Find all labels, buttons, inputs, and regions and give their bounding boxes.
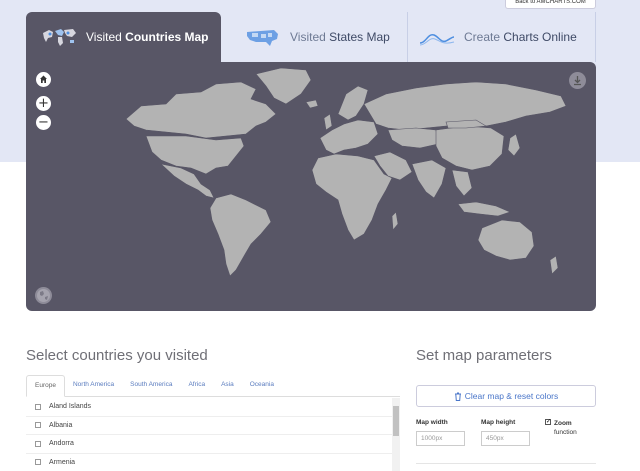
zoom-label-bold: Zoom xyxy=(554,420,572,427)
map-height-input[interactable]: 450px xyxy=(481,431,530,446)
clear-map-label: Clear map & reset colors xyxy=(464,391,559,401)
country-uk[interactable] xyxy=(323,113,333,131)
clear-map-button[interactable]: Clear map & reset colors xyxy=(416,385,596,407)
country-china[interactable] xyxy=(435,125,505,171)
region-tab-europe[interactable]: Europe xyxy=(26,375,65,397)
country-india[interactable] xyxy=(411,159,447,199)
country-checkbox[interactable] xyxy=(35,422,41,429)
tab-label-bold: States Map xyxy=(329,30,390,44)
world-map[interactable] xyxy=(106,64,576,284)
tab-visited-states-map[interactable]: Visited States Map xyxy=(238,12,408,62)
home-button[interactable] xyxy=(36,72,51,87)
country-name: Armenia xyxy=(49,458,76,466)
region-tab-asia[interactable]: Asia xyxy=(213,375,242,396)
select-countries-title: Select countries you visited xyxy=(26,347,208,364)
scrollbar-thumb[interactable] xyxy=(393,406,399,436)
map-height-label: Map height xyxy=(481,419,516,426)
country-usa[interactable] xyxy=(145,135,245,175)
country-brazil[interactable] xyxy=(209,193,272,277)
tab-label-bold: Charts Online xyxy=(503,30,577,44)
region-tab-south-america[interactable]: South America xyxy=(122,375,180,396)
country-australia[interactable] xyxy=(477,219,535,261)
list-item[interactable]: Albania xyxy=(26,417,392,435)
globe-button[interactable] xyxy=(35,287,52,304)
country-scandinavia[interactable] xyxy=(337,85,369,121)
zoom-function-checkbox[interactable]: ✓ xyxy=(545,419,551,425)
list-item[interactable]: Andorra xyxy=(26,435,392,454)
map-width-label: Map width xyxy=(416,419,448,426)
region-tabs: Europe North America South America Afric… xyxy=(26,375,400,397)
divider xyxy=(416,463,596,464)
trash-icon xyxy=(454,392,461,401)
country-iceland[interactable] xyxy=(305,99,319,109)
country-list: Aland Islands Albania Andorra Armenia xyxy=(26,398,400,471)
country-new-zealand[interactable] xyxy=(549,255,559,275)
country-africa[interactable] xyxy=(311,153,393,241)
country-greenland[interactable] xyxy=(255,67,312,105)
region-tab-africa[interactable]: Africa xyxy=(180,375,213,396)
zoom-label-rest: function xyxy=(554,429,577,436)
tab-label-bold: Countries Map xyxy=(125,30,209,44)
tab-create-charts-online[interactable]: Create Charts Online xyxy=(414,12,596,62)
tab-visited-countries-map[interactable]: Visited Countries Map xyxy=(26,12,221,62)
world-map-panel[interactable]: + − xyxy=(26,62,596,311)
globe-icon xyxy=(37,289,50,302)
country-madagascar[interactable] xyxy=(391,211,399,231)
country-canada[interactable] xyxy=(125,81,277,139)
tab-label-prefix: Visited xyxy=(290,30,326,44)
country-checkbox[interactable] xyxy=(35,403,41,410)
region-tab-oceania[interactable]: Oceania xyxy=(242,375,282,396)
country-list-scrollbar[interactable] xyxy=(392,398,400,471)
country-name: Aland Islands xyxy=(49,403,92,411)
zoom-in-button[interactable]: + xyxy=(36,96,51,111)
region-tab-north-america[interactable]: North America xyxy=(65,375,122,396)
tab-label-prefix: Visited xyxy=(86,30,122,44)
world-map-icon xyxy=(43,29,76,46)
country-checkbox[interactable] xyxy=(35,459,41,466)
back-to-amcharts-link[interactable]: Back to AMCHARTS.COM xyxy=(505,0,596,9)
usa-map-icon xyxy=(247,30,278,46)
home-icon xyxy=(40,75,47,83)
country-japan[interactable] xyxy=(507,133,521,157)
line-chart-icon xyxy=(419,34,455,46)
tab-label-prefix: Create xyxy=(464,30,501,44)
country-indonesia[interactable] xyxy=(457,201,511,217)
country-name: Albania xyxy=(49,421,73,429)
country-checkbox[interactable] xyxy=(35,440,41,447)
list-item[interactable]: Armenia xyxy=(26,454,392,471)
country-name: Andorra xyxy=(49,440,74,448)
map-parameters-title: Set map parameters xyxy=(416,347,552,364)
map-width-input[interactable]: 1000px xyxy=(416,431,465,446)
country-southeast-asia[interactable] xyxy=(451,169,473,197)
list-item[interactable]: Aland Islands xyxy=(26,398,392,417)
country-kazakhstan[interactable] xyxy=(387,127,439,149)
zoom-out-button[interactable]: − xyxy=(36,115,51,130)
